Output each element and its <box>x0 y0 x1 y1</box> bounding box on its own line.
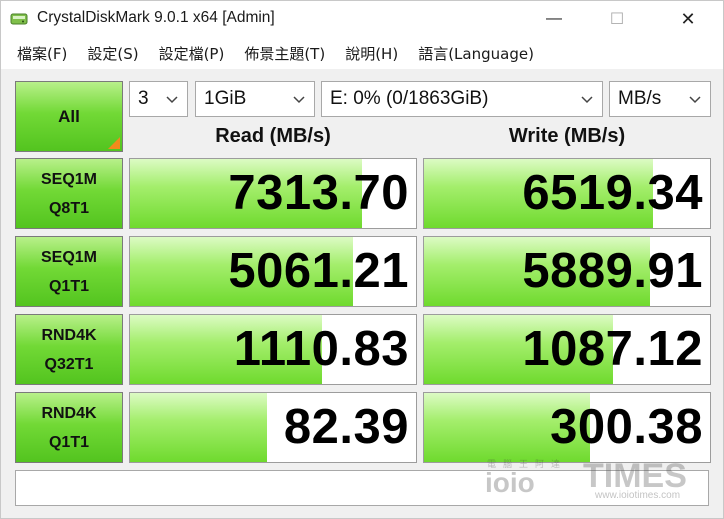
test-label-line1: RND4K <box>41 326 97 344</box>
read-result-rnd4k-q1t1: 82.39 <box>129 392 417 463</box>
minimize-button[interactable]: — <box>531 1 577 37</box>
read-progress-fill <box>130 393 268 462</box>
chevron-down-icon <box>689 96 701 104</box>
read-header: Read (MB/s) <box>215 125 331 147</box>
maximize-button[interactable]: ☐ <box>594 1 640 37</box>
title-bar[interactable]: CrystalDiskMark 9.0.1 x64 [Admin] — ☐ ✕ <box>1 1 723 37</box>
write-result-rnd4k-q32t1: 1087.12 <box>423 314 711 385</box>
drive-select[interactable]: E: 0% (0/1863GiB) <box>321 81 603 117</box>
write-header: Write (MB/s) <box>508 125 626 147</box>
write-value: 300.38 <box>550 400 703 454</box>
read-value: 5061.21 <box>228 244 409 298</box>
test-size-value: 1GiB <box>204 88 247 109</box>
test-label-line1: RND4K <box>41 404 97 422</box>
chevron-down-icon <box>166 96 178 104</box>
test-label-line2: Q32T1 <box>44 355 94 373</box>
disk-icon <box>10 13 28 25</box>
write-result-rnd4k-q1t1: 300.38 <box>423 392 711 463</box>
read-result-seq1m-q8t1: 7313.70 <box>129 158 417 229</box>
chevron-down-icon <box>293 96 305 104</box>
menu-settings[interactable]: 設定(S) <box>77 43 148 64</box>
write-result-seq1m-q8t1: 6519.34 <box>423 158 711 229</box>
read-result-seq1m-q1t1: 5061.21 <box>129 236 417 307</box>
unit-value: MB/s <box>618 88 662 109</box>
menu-help[interactable]: 說明(H) <box>335 43 408 64</box>
read-value: 82.39 <box>283 400 409 454</box>
test-label-line2: Q8T1 <box>48 199 89 217</box>
menu-theme[interactable]: 佈景主題(T) <box>234 43 335 64</box>
main-panel: All 3 1GiB E: 0% (0/1863GiB) MB/s Read (… <box>1 69 723 519</box>
test-count-value: 3 <box>138 88 149 109</box>
test-label-line2: Q1T1 <box>48 277 89 295</box>
test-size-select[interactable]: 1GiB <box>195 81 315 117</box>
test-button-rnd4k-q1t1[interactable]: RND4K Q1T1 <box>15 392 123 463</box>
menu-profile[interactable]: 設定檔(P) <box>149 43 235 64</box>
corner-marker <box>108 137 120 149</box>
close-button[interactable]: ✕ <box>665 1 711 37</box>
write-value: 5889.91 <box>522 244 703 298</box>
window-title: CrystalDiskMark 9.0.1 x64 [Admin] <box>37 9 275 26</box>
read-result-rnd4k-q32t1: 1110.83 <box>129 314 417 385</box>
write-result-seq1m-q1t1: 5889.91 <box>423 236 711 307</box>
test-label-line2: Q1T1 <box>48 433 89 451</box>
menu-bar: 檔案(F) 設定(S) 設定檔(P) 佈景主題(T) 說明(H) 語言(Lang… <box>1 37 723 69</box>
menu-language[interactable]: 語言(Language) <box>408 43 544 64</box>
drive-value: E: 0% (0/1863GiB) <box>330 88 489 109</box>
read-value: 1110.83 <box>233 322 409 376</box>
read-value: 7313.70 <box>228 166 409 220</box>
all-button[interactable]: All <box>15 81 123 152</box>
comment-field[interactable] <box>15 470 709 506</box>
chevron-down-icon <box>581 96 593 104</box>
test-button-rnd4k-q32t1[interactable]: RND4K Q32T1 <box>15 314 123 385</box>
menu-file[interactable]: 檔案(F) <box>7 43 77 64</box>
test-label-line1: SEQ1M <box>40 170 97 188</box>
write-value: 6519.34 <box>522 166 703 220</box>
test-button-seq1m-q1t1[interactable]: SEQ1M Q1T1 <box>15 236 123 307</box>
all-button-label: All <box>58 106 80 126</box>
app-window: CrystalDiskMark 9.0.1 x64 [Admin] — ☐ ✕ … <box>0 0 724 519</box>
test-label-line1: SEQ1M <box>40 248 97 266</box>
test-button-seq1m-q8t1[interactable]: SEQ1M Q8T1 <box>15 158 123 229</box>
test-count-select[interactable]: 3 <box>129 81 188 117</box>
unit-select[interactable]: MB/s <box>609 81 711 117</box>
write-value: 1087.12 <box>522 322 703 376</box>
